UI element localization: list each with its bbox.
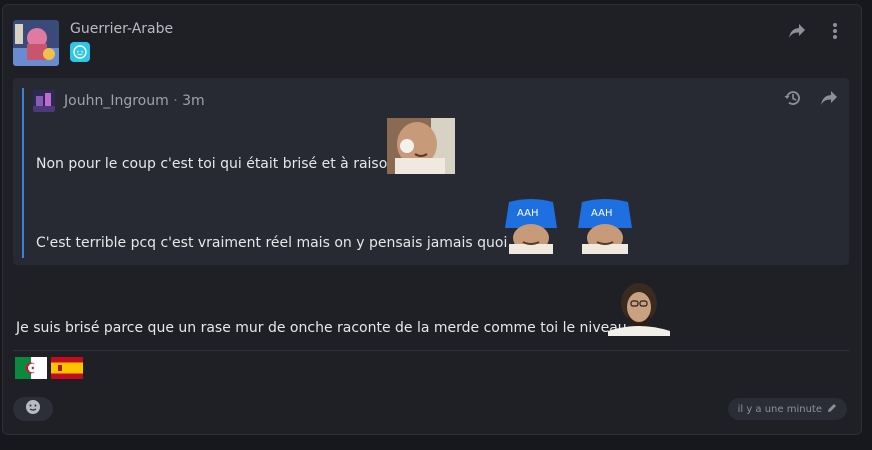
quote-actions — [783, 88, 839, 108]
aah-sticker: AAH — [574, 198, 636, 254]
post-timestamp[interactable]: il y a une minute — [727, 398, 847, 420]
divider — [13, 350, 849, 351]
share-icon[interactable] — [819, 88, 839, 108]
post-card: Guerrier-Arabe Jouhn_Ingroum · 3m Non po… — [2, 4, 862, 435]
author-avatar[interactable] — [13, 20, 59, 66]
quote-line-1: Non pour le coup c'est toi qui était bri… — [36, 156, 397, 172]
post-actions — [787, 21, 845, 41]
history-icon[interactable] — [783, 88, 803, 108]
aah-sticker: AAH — [501, 198, 561, 254]
quote-line-2: C'est terrible pcq c'est vraiment réel m… — [36, 235, 508, 251]
user-badge-icon — [70, 42, 90, 62]
aah-caption: AAH — [591, 208, 612, 219]
author-name[interactable]: Guerrier-Arabe — [70, 21, 173, 37]
laughing-man-sticker — [608, 281, 670, 336]
quoted-message: Jouhn_Ingroum · 3m Non pour le coup c'es… — [13, 78, 849, 265]
emoji-icon — [25, 399, 41, 419]
quote-author-avatar[interactable] — [33, 90, 55, 112]
pencil-icon — [827, 403, 837, 416]
crying-man-sticker — [387, 118, 455, 174]
quote-header: Jouhn_Ingroum · 3m — [64, 93, 205, 109]
quote-time: 3m — [182, 93, 205, 109]
timestamp-text: il y a une minute — [737, 403, 822, 415]
more-vert-icon[interactable] — [825, 21, 845, 41]
quote-separator: · — [173, 93, 178, 109]
quote-author-name[interactable]: Jouhn_Ingroum — [64, 93, 169, 109]
spain-flag[interactable] — [51, 357, 83, 379]
share-icon[interactable] — [787, 21, 807, 41]
post-body: Je suis brisé parce que un rase mur de o… — [16, 320, 627, 336]
quote-bar — [22, 88, 24, 258]
aah-caption: AAH — [517, 208, 538, 219]
algeria-flag[interactable] — [15, 357, 47, 379]
add-reaction-button[interactable] — [13, 397, 53, 421]
